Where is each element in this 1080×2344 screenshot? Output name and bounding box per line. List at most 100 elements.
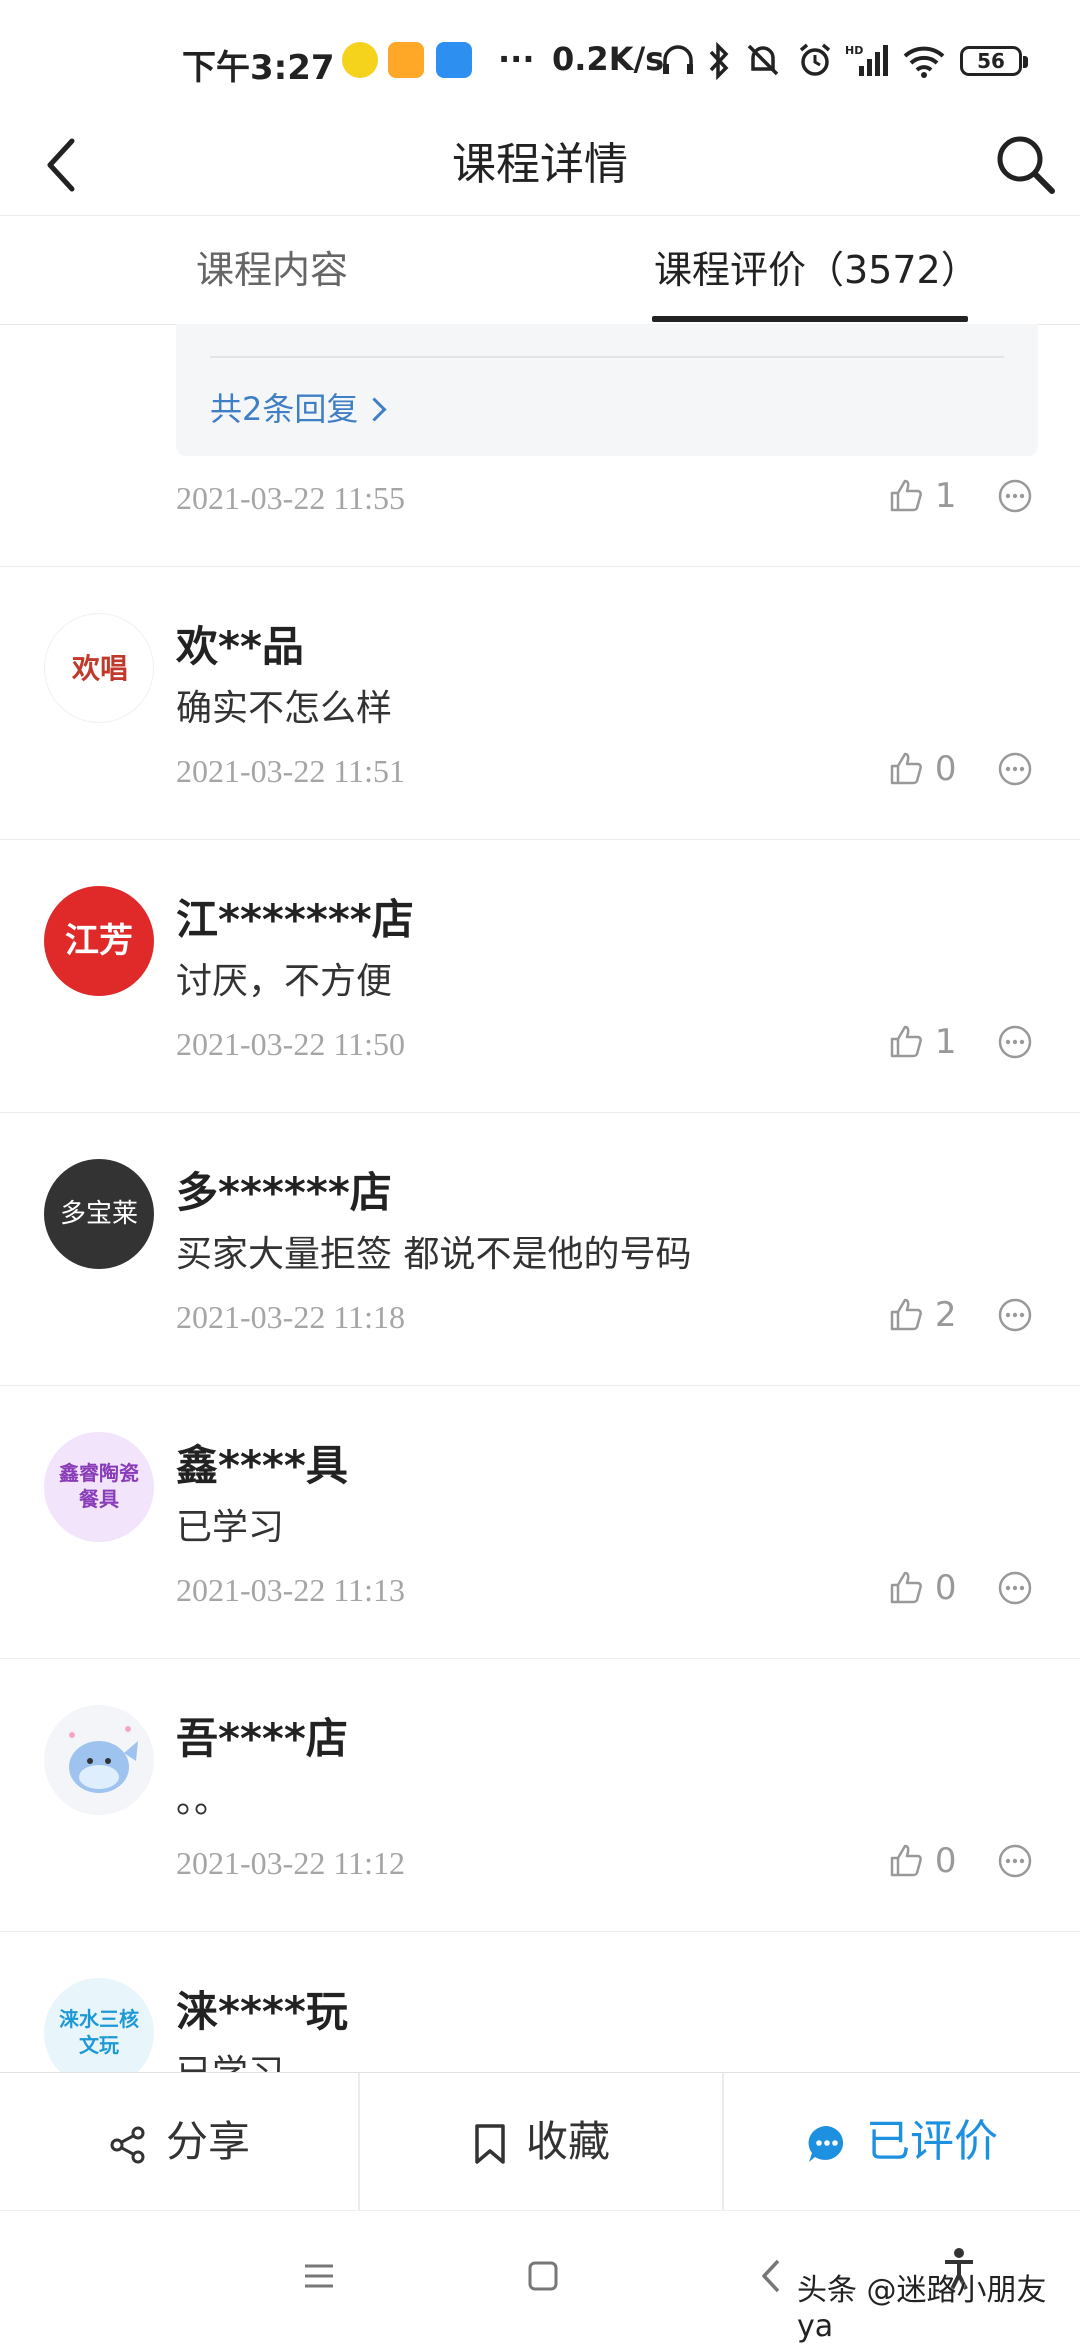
- thumbs-up-icon: [890, 752, 922, 785]
- reply-button[interactable]: [997, 751, 1033, 787]
- back-nav-icon[interactable]: [756, 2257, 786, 2295]
- thumbs-up-icon: [890, 1571, 922, 1604]
- reply-button[interactable]: [997, 478, 1033, 514]
- comment-author: 多******店: [176, 1168, 392, 1217]
- more-icon: [998, 752, 1032, 786]
- bottom-action-bar: 分享 收藏 已评价: [0, 2072, 1080, 2211]
- tab-course-reviews[interactable]: 课程评价（3572）: [654, 216, 979, 324]
- like-button[interactable]: 0: [888, 749, 956, 793]
- app-notification-icon: [388, 42, 424, 78]
- system-nav-bar: 头条 @迷路小朋友ya: [0, 2210, 1080, 2344]
- comment-date: 2021-03-22 11:18: [176, 1299, 406, 1335]
- share-icon: [110, 2126, 145, 2164]
- bluetooth-icon: [709, 42, 729, 80]
- comment-content: 买家大量拒签 都说不是他的号码: [176, 1234, 692, 1275]
- more-icon: [998, 1571, 1032, 1605]
- like-count: 1: [934, 1022, 957, 1062]
- share-label: 分享: [165, 2117, 250, 2166]
- avatar[interactable]: 江芳: [44, 886, 154, 996]
- search-button[interactable]: [988, 125, 1068, 205]
- favorite-button[interactable]: 收藏: [360, 2073, 722, 2211]
- comment-content: 。。: [176, 1780, 231, 1821]
- thumbs-up-icon: [890, 479, 922, 512]
- headset-icon: [663, 45, 693, 74]
- divider: [210, 356, 1004, 358]
- comment-item: 鑫睿陶瓷餐具 鑫****具 已学习 2021-03-22 11:13 0: [0, 1386, 1080, 1659]
- comment-author: 江*******店: [176, 895, 414, 944]
- reviewed-label: 已评价: [866, 2116, 998, 2167]
- status-dots: ···: [498, 40, 535, 78]
- more-icon: [998, 1298, 1032, 1332]
- comment-item: 多宝莱 多******店 买家大量拒签 都说不是他的号码 2021-03-22 …: [0, 1113, 1080, 1386]
- status-time: 下午3:27: [182, 48, 335, 88]
- whale-avatar-icon: [69, 1726, 138, 1793]
- avatar-text: 多宝莱: [59, 1199, 138, 1229]
- reply-button[interactable]: [997, 1843, 1033, 1879]
- comment-content: 讨厌，不方便: [176, 961, 393, 1002]
- tab-course-content[interactable]: 课程内容: [196, 216, 348, 324]
- comment-author: 欢**品: [176, 622, 304, 671]
- watermark: 头条 @迷路小朋友ya: [797, 2273, 1047, 2344]
- svg-text:HD: HD: [845, 44, 863, 57]
- reply-button[interactable]: [997, 1024, 1033, 1060]
- comment-content: 已学习: [176, 1507, 285, 1548]
- avatar[interactable]: 鑫睿陶瓷餐具: [44, 1432, 154, 1542]
- avatar[interactable]: 多宝莱: [44, 1159, 154, 1269]
- comment-author: 吾****店: [176, 1714, 348, 1763]
- comment-item: 江芳 江*******店 讨厌，不方便 2021-03-22 11:50 1: [0, 840, 1080, 1113]
- share-button[interactable]: 分享: [0, 2073, 358, 2211]
- like-button[interactable]: 1: [888, 1022, 956, 1066]
- like-button[interactable]: 0: [888, 1568, 956, 1612]
- comment-author: 鑫****具: [176, 1441, 348, 1490]
- avatar[interactable]: 欢唱: [44, 613, 154, 723]
- chat-bubble-icon: [808, 2125, 844, 2162]
- page-title: 课程详情: [452, 139, 628, 190]
- comment-item: 吾****店 。。 2021-03-22 11:12 0: [0, 1659, 1080, 1932]
- app-notification-icon: [342, 42, 378, 78]
- tab-bar: 课程内容 课程评价（3572）: [0, 215, 1080, 325]
- favorite-label: 收藏: [525, 2117, 610, 2166]
- more-icon: [998, 1844, 1032, 1878]
- thumbs-up-icon: [890, 1844, 922, 1877]
- comment-content: 确实不怎么样: [176, 688, 393, 729]
- chevron-right-icon: [362, 397, 387, 422]
- header: 课程详情: [0, 115, 1080, 215]
- avatar-text: 鑫睿陶瓷餐具: [59, 1461, 139, 1511]
- reply-button[interactable]: [997, 1570, 1033, 1606]
- tab-active-indicator: [652, 316, 968, 322]
- battery-indicator: 56: [960, 46, 1028, 76]
- comment-item: 2021-03-22 11:55 1: [0, 456, 1080, 567]
- more-icon: [998, 479, 1032, 513]
- wifi-icon: [903, 46, 945, 78]
- like-count: 0: [934, 1841, 957, 1881]
- view-replies-link[interactable]: 共2条回复: [210, 384, 387, 430]
- menu-icon[interactable]: [302, 2259, 336, 2293]
- net-speed: 0.2K/s: [552, 40, 665, 78]
- signal-icon: HD: [845, 44, 888, 76]
- thumbs-up-icon: [890, 1298, 922, 1331]
- reply-button[interactable]: [997, 1297, 1033, 1333]
- thumbs-up-icon: [890, 1025, 922, 1058]
- like-button[interactable]: 0: [888, 1841, 956, 1885]
- comment-date: 2021-03-22 11:13: [176, 1572, 406, 1608]
- like-button[interactable]: 1: [888, 476, 956, 520]
- home-icon[interactable]: [526, 2259, 560, 2293]
- search-icon: [997, 136, 1055, 194]
- alarm-icon: [799, 43, 831, 76]
- view-replies-label: 共2条回复: [210, 390, 359, 428]
- like-count: 0: [934, 1568, 957, 1608]
- reviewed-button[interactable]: 已评价: [724, 2073, 1080, 2211]
- more-icon: [998, 1025, 1032, 1059]
- status-bar: 下午3:27 ··· 0.2K/s HD 56: [0, 0, 1080, 120]
- avatar[interactable]: [44, 1705, 154, 1815]
- like-count: 1: [934, 476, 957, 516]
- comment-item: 欢唱 欢**品 确实不怎么样 2021-03-22 11:51 0: [0, 567, 1080, 840]
- like-button[interactable]: 2: [888, 1295, 956, 1339]
- app-notification-icon: [436, 42, 472, 78]
- like-count: 0: [934, 749, 957, 789]
- comment-list: 2021-03-22 11:55 1 欢唱 欢**品 确实不怎么样 2021-0…: [0, 456, 1080, 2204]
- like-count: 2: [934, 1295, 957, 1335]
- bookmark-icon: [475, 2124, 505, 2164]
- comment-date: 2021-03-22 11:50: [176, 1026, 406, 1062]
- avatar-text: 江芳: [65, 921, 133, 961]
